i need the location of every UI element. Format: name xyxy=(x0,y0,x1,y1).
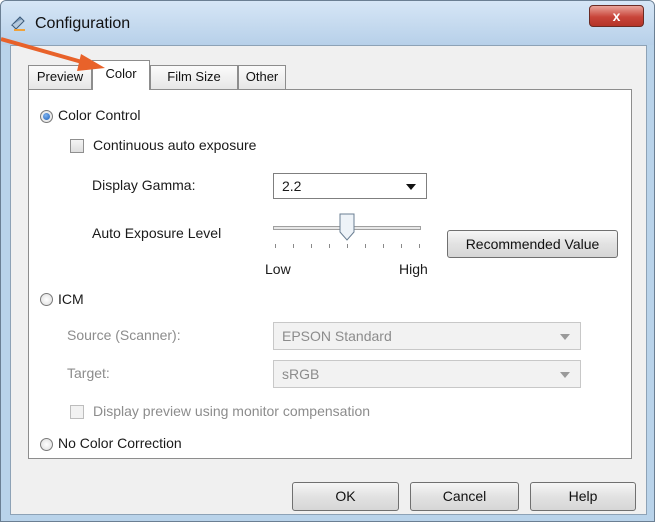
annotation-arrow-icon xyxy=(1,37,105,71)
configuration-window: Configuration x Preview Color Film Size … xyxy=(0,0,655,522)
